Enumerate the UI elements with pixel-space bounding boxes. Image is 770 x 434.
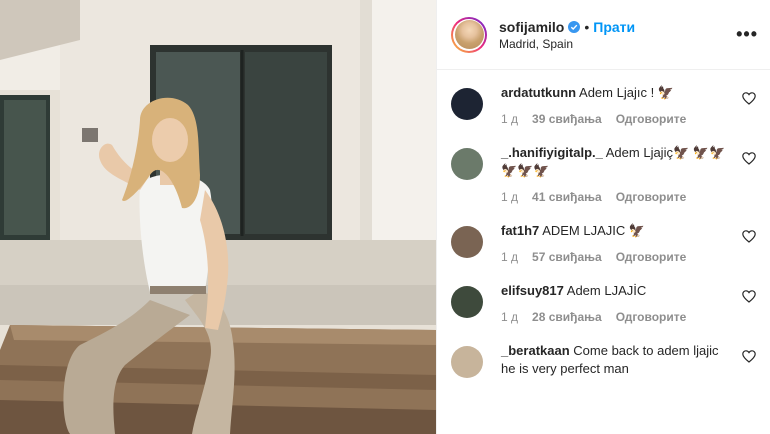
comment-item: _beratkaan Come back to adem ljajic he i… [451, 342, 756, 378]
like-heart-icon[interactable] [742, 350, 756, 363]
comment-likes[interactable]: 57 свиђања [532, 250, 602, 264]
comment-likes[interactable]: 39 свиђања [532, 112, 602, 126]
comment-text: _.hanifiyigitalp._ Adem Ljajiç🦅 🦅🦅🦅🦅🦅 [501, 144, 728, 180]
like-heart-icon[interactable] [742, 230, 756, 243]
comment-likes[interactable]: 41 свиђања [532, 190, 602, 204]
commenter-username[interactable]: _.hanifiyigitalp._ [501, 145, 603, 160]
more-options-icon[interactable]: ••• [736, 24, 758, 45]
comment-item: _.hanifiyigitalp._ Adem Ljajiç🦅 🦅🦅🦅🦅🦅 1 … [451, 144, 756, 204]
reply-button[interactable]: Одговорите [616, 310, 687, 324]
separator-dot: • [584, 18, 590, 35]
comment-meta: 1 д 57 свиђања Одговорите [501, 250, 728, 264]
like-heart-icon[interactable] [742, 152, 756, 165]
comment-body: Adem Ljajıc ! 🦅 [579, 85, 674, 100]
comment-meta: 1 д 39 свиђања Одговорите [501, 112, 728, 126]
verified-badge-icon [568, 20, 581, 33]
comment-body: ADEM LJAJIC 🦅 [542, 223, 646, 238]
comment-item: ardatutkunn Adem Ljajıc ! 🦅 1 д 39 свиђа… [451, 84, 756, 126]
comment-meta: 1 д 28 свиђања Одговорите [501, 310, 728, 324]
like-heart-icon[interactable] [742, 92, 756, 105]
commenter-username[interactable]: _beratkaan [501, 343, 570, 358]
commenter-avatar[interactable] [451, 346, 483, 378]
comment-time[interactable]: 1 д [501, 250, 518, 264]
reply-button[interactable]: Одговорите [616, 250, 687, 264]
commenter-avatar[interactable] [451, 226, 483, 258]
commenter-username[interactable]: fat1h7 [501, 223, 539, 238]
username-link[interactable]: sofijamilo [499, 19, 564, 35]
comment-time[interactable]: 1 д [501, 112, 518, 126]
location-link[interactable]: Madrid, Spain [499, 37, 736, 51]
commenter-avatar[interactable] [451, 88, 483, 120]
header-line: sofijamilo • Прати [499, 19, 736, 35]
comment-meta: 1 д 41 свиђања Одговорите [501, 190, 728, 204]
post-photo[interactable] [0, 0, 436, 434]
commenter-avatar[interactable] [451, 148, 483, 180]
reply-button[interactable]: Одговорите [616, 190, 687, 204]
comment-text: fat1h7 ADEM LJAJIC 🦅 [501, 222, 728, 240]
comments-panel: sofijamilo • Прати Madrid, Spain ••• ard… [436, 0, 770, 434]
like-heart-icon[interactable] [742, 290, 756, 303]
commenter-username[interactable]: elifsuy817 [501, 283, 564, 298]
commenter-username[interactable]: ardatutkunn [501, 85, 576, 100]
follow-button[interactable]: Прати [593, 19, 635, 35]
comment-body: Adem LJAJİC [566, 283, 647, 298]
comment-likes[interactable]: 28 свиђања [532, 310, 602, 324]
comment-text: elifsuy817 Adem LJAJİC [501, 282, 728, 300]
post-image [0, 0, 436, 434]
avatar[interactable] [451, 16, 487, 53]
commenter-avatar[interactable] [451, 286, 483, 318]
reply-button[interactable]: Одговорите [616, 112, 687, 126]
post-header: sofijamilo • Прати Madrid, Spain ••• [437, 0, 770, 70]
header-meta: sofijamilo • Прати Madrid, Spain [499, 19, 736, 51]
comment-text: ardatutkunn Adem Ljajıc ! 🦅 [501, 84, 728, 102]
instagram-post: sofijamilo • Прати Madrid, Spain ••• ard… [0, 0, 770, 434]
comment-time[interactable]: 1 д [501, 190, 518, 204]
comment-time[interactable]: 1 д [501, 310, 518, 324]
comment-text: _beratkaan Come back to adem ljajic he i… [501, 342, 728, 378]
comment-item: elifsuy817 Adem LJAJİC 1 д 28 свиђања Од… [451, 282, 756, 324]
comment-list: ardatutkunn Adem Ljajıc ! 🦅 1 д 39 свиђа… [437, 70, 770, 378]
comment-item: fat1h7 ADEM LJAJIC 🦅 1 д 57 свиђања Одго… [451, 222, 756, 264]
